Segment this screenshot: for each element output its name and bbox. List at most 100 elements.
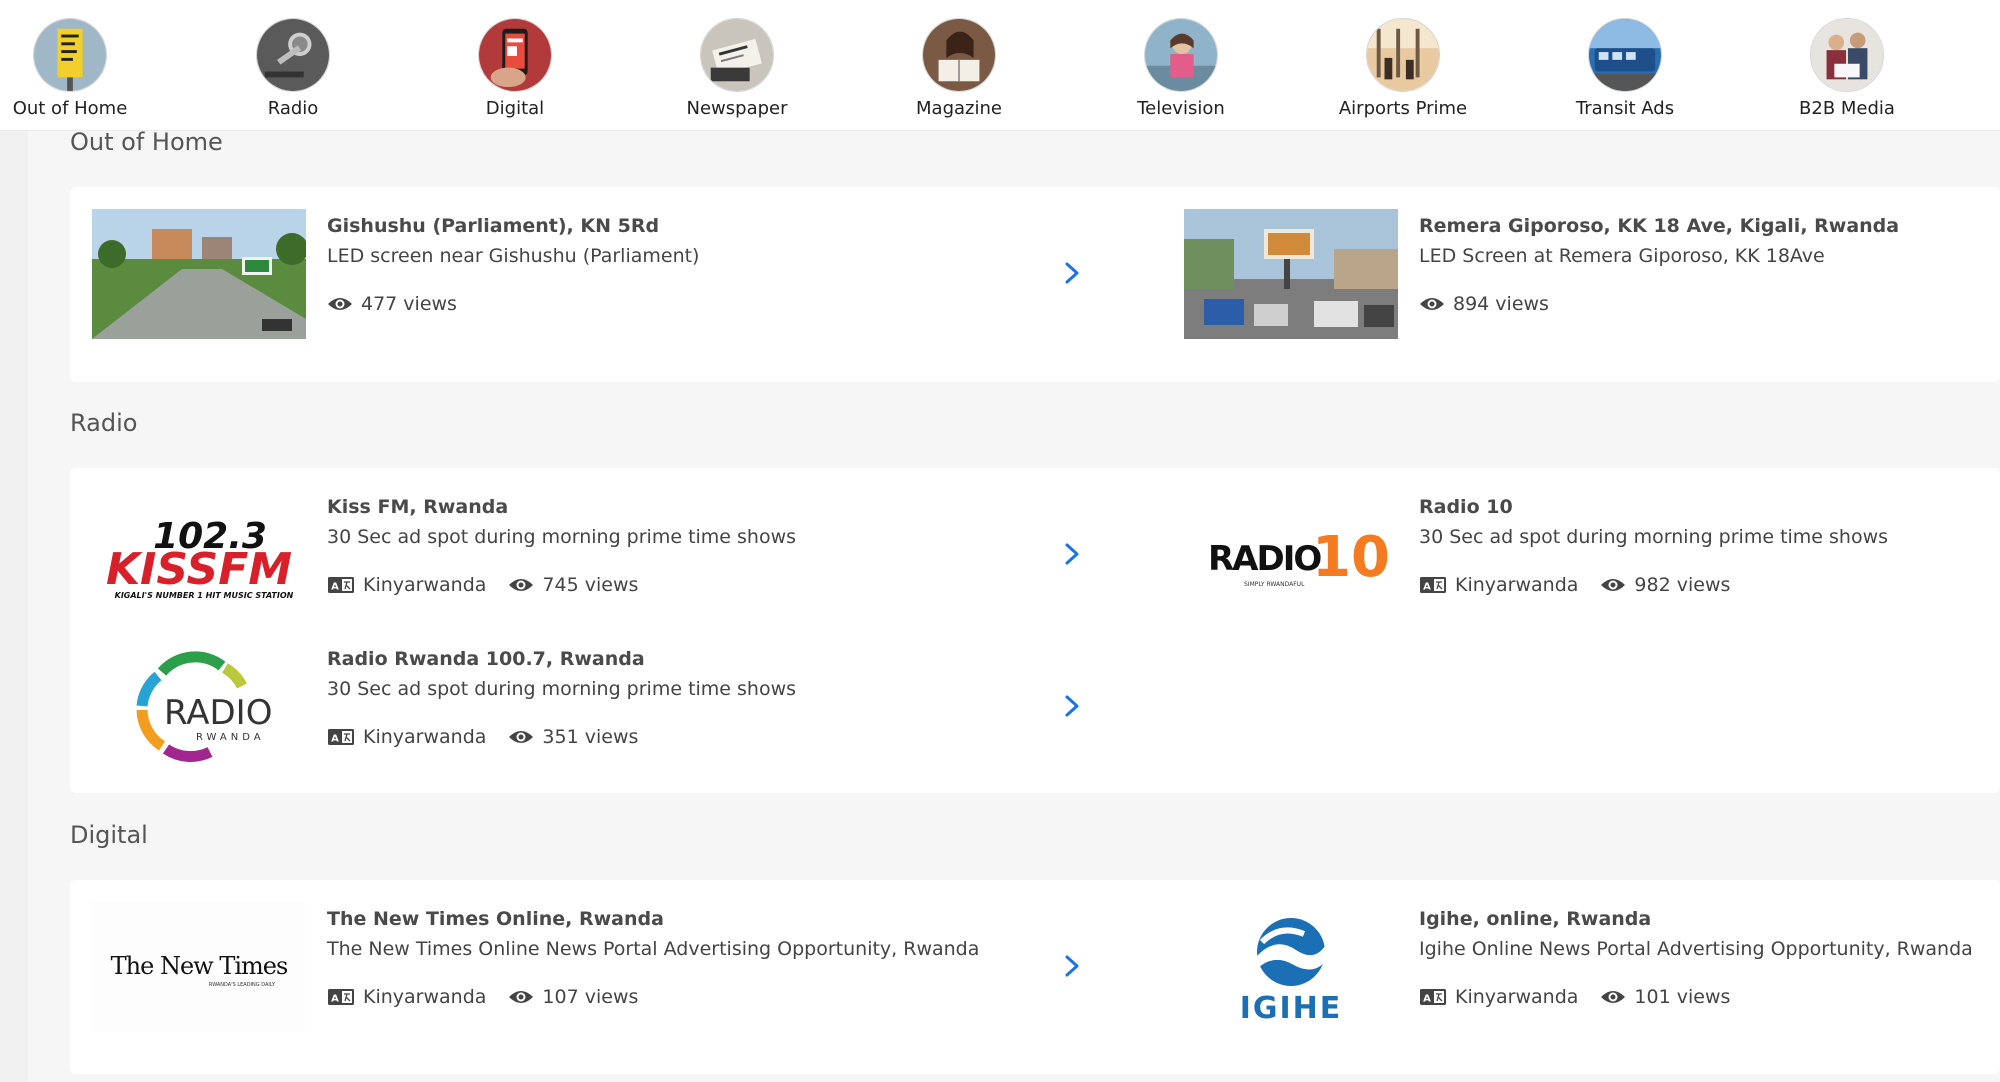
eye-icon [508,576,534,594]
category-radio[interactable]: Radio [193,18,393,130]
category-transit-ads[interactable]: Transit Ads [1525,18,1725,130]
newspaper-photo-icon [700,18,774,92]
category-label: Television [1137,98,1225,119]
svg-text:A: A [1423,582,1431,593]
radio-rwanda-logo-word: RADIO [164,693,272,733]
new-times-logo-tagline: RWANDA'S LEADING DAILY [209,982,276,988]
new-times-logo-word: The New Times [111,952,288,980]
listing-title[interactable]: Radio 10 [1419,496,1513,518]
language-icon: A [1419,988,1447,1006]
section-title-out-of-home: Out of Home [70,128,223,156]
category-bar: Out of Home Radio Digital Newspaper Maga… [0,0,2000,131]
language-label: Kinyarwanda [1455,986,1579,1008]
listing-item[interactable]: 102.3 KISSFM KIGALI'S NUMBER 1 HIT MUSIC… [70,490,1079,630]
listing-title[interactable]: Igihe, online, Rwanda [1419,908,1651,930]
listing-item[interactable]: Gishushu (Parliament), KN 5Rd LED screen… [70,209,1079,349]
category-label: Radio [267,98,319,119]
eye-icon [508,728,534,746]
chevron-right-icon[interactable] [1060,540,1084,568]
category-b2b-media[interactable]: B2B Media [1747,18,1947,130]
views-count: 982 views [1634,574,1731,596]
airport-photo-icon [1366,18,1440,92]
listing-item[interactable]: IGIHE Igihe, online, Rwanda Igihe Online… [1162,902,1992,1042]
views-count: 351 views [542,726,639,748]
magazine-photo-icon [922,18,996,92]
eye-icon [1600,576,1626,594]
igihe-logo: IGIHE [1184,902,1398,1032]
category-label: B2B Media [1799,98,1895,119]
listing-item[interactable]: The New Times RWANDA'S LEADING DAILY The… [70,902,1079,1042]
b2b-photo-icon [1810,18,1884,92]
radio-rwanda-logo: RADIO RWANDA [92,642,306,772]
views-count: 107 views [542,986,639,1008]
billboard-photo-icon [33,18,107,92]
left-gutter [0,0,28,1082]
views-count: 477 views [361,293,457,315]
listing-title[interactable]: Gishushu (Parliament), KN 5Rd [327,215,659,237]
category-out-of-home[interactable]: Out of Home [0,18,170,130]
listing-title[interactable]: The New Times Online, Rwanda [327,908,664,930]
language-label: Kinyarwanda [1455,574,1579,596]
listing-description: 30 Sec ad spot during morning prime time… [327,678,797,700]
radio-10-logo-number: 10 [1312,525,1390,590]
listing-meta: A Kinyarwanda 101 views [1419,986,1730,1008]
category-label: Out of Home [12,98,128,119]
eye-icon [1419,295,1445,313]
kiss-fm-logo-name: KISSFM [106,544,292,595]
eye-icon [327,295,353,313]
listing-meta: 894 views [1419,293,1549,315]
listing-meta: A Kinyarwanda 982 views [1419,574,1730,596]
chevron-right-icon[interactable] [1060,692,1084,720]
language-label: Kinyarwanda [363,726,487,748]
listing-photo [1184,209,1398,339]
eye-icon [1600,988,1626,1006]
category-airports-prime[interactable]: Airports Prime [1303,18,1503,130]
language-label: Kinyarwanda [363,986,487,1008]
svg-text:A: A [1423,994,1431,1005]
chevron-right-icon[interactable] [1060,259,1084,287]
tv-photo-icon [1144,18,1218,92]
listing-description: The New Times Online News Portal Adverti… [327,938,980,960]
category-label: Airports Prime [1338,98,1468,119]
listing-meta: 477 views [327,293,457,315]
listing-description: Igihe Online News Portal Advertising Opp… [1419,938,1973,960]
new-times-logo: The New Times RWANDA'S LEADING DAILY [92,902,306,1032]
listing-description: 30 Sec ad spot during morning prime time… [1419,526,1889,548]
section-title-digital: Digital [70,821,148,849]
category-magazine[interactable]: Magazine [859,18,1059,130]
listing-title[interactable]: Kiss FM, Rwanda [327,496,508,518]
views-count: 894 views [1453,293,1549,315]
igihe-logo-word: IGIHE [1240,991,1343,1026]
listing-title[interactable]: Radio Rwanda 100.7, Rwanda [327,648,645,670]
section-title-radio: Radio [70,409,138,437]
svg-text:A: A [331,582,339,593]
radio-10-logo-tagline: SIMPLY RWANDAFUL [1244,581,1305,588]
radio-10-logo-word: RADIO [1208,539,1321,579]
listing-item[interactable]: Remera Giporoso, KK 18 Ave, Kigali, Rwan… [1162,209,1992,349]
listing-title[interactable]: Remera Giporoso, KK 18 Ave, Kigali, Rwan… [1419,215,1899,237]
radio-rwanda-logo-subword: RWANDA [196,732,265,743]
bus-photo-icon [1588,18,1662,92]
radio-10-logo: RADIO 10 SIMPLY RWANDAFUL [1184,490,1398,620]
category-newspaper[interactable]: Newspaper [637,18,837,130]
category-label: Digital [485,98,545,119]
chevron-right-icon[interactable] [1060,952,1084,980]
category-digital[interactable]: Digital [415,18,615,130]
smartphone-photo-icon [478,18,552,92]
listing-meta: A Kinyarwanda 745 views [327,574,638,596]
category-label: Magazine [916,98,1002,119]
listing-item[interactable]: RADIO RWANDA Radio Rwanda 100.7, Rwanda … [70,642,1079,782]
svg-text:A: A [331,994,339,1005]
category-label: Newspaper [686,98,788,119]
listing-item[interactable]: RADIO 10 SIMPLY RWANDAFUL Radio 10 30 Se… [1162,490,1992,630]
category-television[interactable]: Television [1081,18,1281,130]
eye-icon [508,988,534,1006]
section-card-digital: The New Times RWANDA'S LEADING DAILY The… [70,880,2000,1074]
category-label: Transit Ads [1575,98,1675,119]
kiss-fm-logo: 102.3 KISSFM KIGALI'S NUMBER 1 HIT MUSIC… [92,490,306,620]
views-count: 745 views [542,574,639,596]
svg-text:A: A [331,734,339,745]
listing-description: LED Screen at Remera Giporoso, KK 18Ave [1419,245,1825,267]
section-card-radio: 102.3 KISSFM KIGALI'S NUMBER 1 HIT MUSIC… [70,468,2000,793]
microphone-photo-icon [256,18,330,92]
